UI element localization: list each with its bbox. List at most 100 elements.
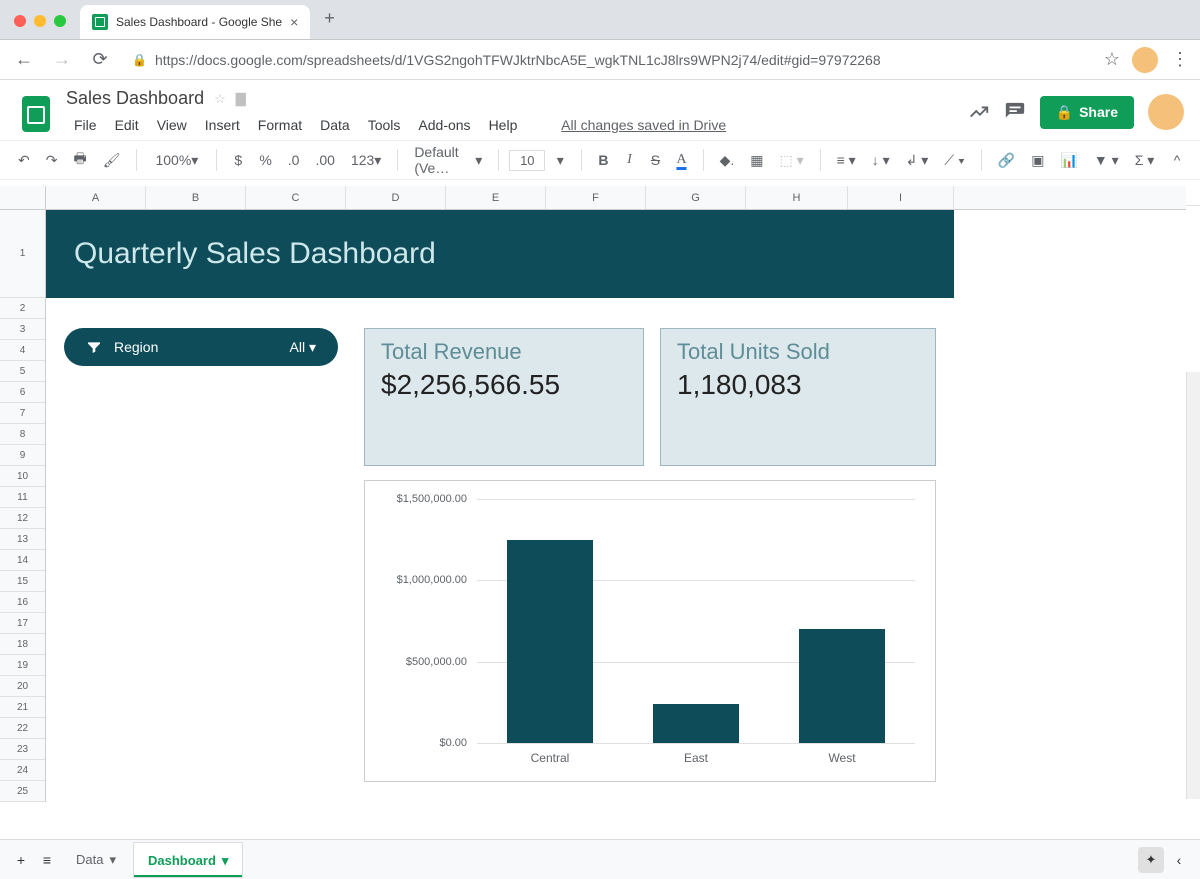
address-bar[interactable]: 🔒 https://docs.google.com/spreadsheets/d… bbox=[122, 52, 1096, 68]
row-header[interactable]: 10 bbox=[0, 466, 45, 487]
vertical-align-button[interactable]: ↓ ▾ bbox=[866, 148, 896, 173]
decrease-decimal-button[interactable]: .0 bbox=[282, 148, 306, 172]
row-header[interactable]: 13 bbox=[0, 529, 45, 550]
row-header[interactable]: 16 bbox=[0, 592, 45, 613]
format-percent-button[interactable]: % bbox=[253, 148, 277, 172]
text-color-button[interactable]: A bbox=[670, 148, 692, 172]
profile-avatar-small[interactable] bbox=[1132, 47, 1158, 73]
menu-tools[interactable]: Tools bbox=[360, 113, 409, 137]
close-tab-icon[interactable]: × bbox=[290, 14, 298, 30]
row-header[interactable]: 5 bbox=[0, 361, 45, 382]
insert-comment-button[interactable]: ▣ bbox=[1025, 148, 1050, 173]
row-header[interactable]: 1 bbox=[0, 210, 45, 298]
borders-button[interactable]: ▦ bbox=[744, 148, 769, 173]
browser-tab[interactable]: Sales Dashboard - Google She × bbox=[80, 5, 310, 39]
more-formats-button[interactable]: 123▾ bbox=[345, 148, 387, 173]
row-header[interactable]: 18 bbox=[0, 634, 45, 655]
maximize-window-icon[interactable] bbox=[54, 15, 66, 27]
comments-icon[interactable] bbox=[1004, 101, 1026, 123]
italic-button[interactable]: I bbox=[618, 148, 640, 172]
text-rotation-button[interactable]: ⟋ ▾ bbox=[938, 148, 971, 173]
save-status[interactable]: All changes saved in Drive bbox=[553, 113, 734, 137]
row-header[interactable]: 19 bbox=[0, 655, 45, 676]
bar-chart[interactable]: $0.00$500,000.00$1,000,000.00$1,500,000.… bbox=[364, 480, 936, 782]
row-header[interactable]: 8 bbox=[0, 424, 45, 445]
sheet-tab-dashboard[interactable]: Dashboard ▾ bbox=[134, 843, 242, 877]
strikethrough-button[interactable]: S bbox=[644, 148, 666, 172]
row-header[interactable]: 14 bbox=[0, 550, 45, 571]
sheets-app-icon[interactable] bbox=[16, 88, 56, 140]
cells-area[interactable]: Quarterly Sales Dashboard Region All ▾ T… bbox=[46, 210, 1186, 802]
chart-bar[interactable] bbox=[653, 704, 739, 743]
row-header[interactable]: 25 bbox=[0, 781, 45, 802]
share-button[interactable]: 🔒 Share bbox=[1040, 96, 1134, 129]
activity-icon[interactable] bbox=[968, 101, 990, 123]
back-button[interactable]: ← bbox=[8, 44, 40, 76]
text-wrap-button[interactable]: ↲ ▾ bbox=[900, 148, 935, 173]
select-all-cells[interactable] bbox=[0, 186, 46, 209]
row-header[interactable]: 23 bbox=[0, 739, 45, 760]
vertical-scrollbar[interactable] bbox=[1186, 372, 1200, 799]
font-family-select[interactable]: Default (Ve… ▾ bbox=[408, 140, 488, 180]
column-header[interactable]: B bbox=[146, 186, 246, 209]
bookmark-button[interactable]: ☆ bbox=[1102, 49, 1122, 70]
all-sheets-button[interactable]: ≡ bbox=[36, 848, 58, 872]
column-header[interactable]: G bbox=[646, 186, 746, 209]
menu-file[interactable]: File bbox=[66, 113, 105, 137]
new-tab-button[interactable]: + bbox=[310, 8, 349, 39]
star-document-button[interactable]: ☆ bbox=[214, 91, 226, 107]
sheet-tab-data[interactable]: Data ▾ bbox=[62, 844, 130, 876]
functions-button[interactable]: Σ ▾ bbox=[1129, 148, 1161, 173]
increase-decimal-button[interactable]: .00 bbox=[309, 148, 340, 172]
row-header[interactable]: 20 bbox=[0, 676, 45, 697]
insert-chart-button[interactable]: 📊 bbox=[1054, 148, 1083, 173]
row-header[interactable]: 17 bbox=[0, 613, 45, 634]
format-currency-button[interactable]: $ bbox=[227, 148, 249, 172]
bold-button[interactable]: B bbox=[592, 148, 614, 172]
row-header[interactable]: 7 bbox=[0, 403, 45, 424]
explore-button[interactable]: ✦ bbox=[1138, 847, 1164, 873]
menu-insert[interactable]: Insert bbox=[197, 113, 248, 137]
row-header[interactable]: 9 bbox=[0, 445, 45, 466]
paint-format-button[interactable]: 🖌 bbox=[97, 148, 127, 173]
region-filter[interactable]: Region All ▾ bbox=[64, 328, 338, 366]
fill-color-button[interactable]: ◆. bbox=[714, 148, 741, 173]
row-header[interactable]: 4 bbox=[0, 340, 45, 361]
collapse-toolbar-button[interactable]: ^ bbox=[1166, 148, 1188, 172]
column-header[interactable]: D bbox=[346, 186, 446, 209]
column-header[interactable]: E bbox=[446, 186, 546, 209]
chart-bar[interactable] bbox=[799, 629, 885, 743]
row-header[interactable]: 12 bbox=[0, 508, 45, 529]
menu-format[interactable]: Format bbox=[250, 113, 310, 137]
font-size-dropdown[interactable]: ▾ bbox=[549, 148, 571, 173]
undo-button[interactable]: ↶ bbox=[12, 148, 36, 173]
row-header[interactable]: 21 bbox=[0, 697, 45, 718]
row-header[interactable]: 11 bbox=[0, 487, 45, 508]
menu-data[interactable]: Data bbox=[312, 113, 358, 137]
minimize-window-icon[interactable] bbox=[34, 15, 46, 27]
document-title[interactable]: Sales Dashboard bbox=[66, 88, 204, 109]
redo-button[interactable]: ↷ bbox=[40, 148, 64, 173]
menu-edit[interactable]: Edit bbox=[107, 113, 147, 137]
forward-button[interactable]: → bbox=[46, 44, 78, 76]
window-controls[interactable] bbox=[0, 15, 80, 39]
chart-bar[interactable] bbox=[507, 540, 593, 743]
reload-button[interactable]: ⟳ bbox=[84, 44, 116, 76]
move-document-button[interactable]: ▇ bbox=[236, 91, 246, 107]
row-header[interactable]: 2 bbox=[0, 298, 45, 319]
scroll-sheets-button[interactable]: ‹ bbox=[1168, 848, 1190, 872]
account-avatar[interactable] bbox=[1148, 94, 1184, 130]
zoom-select[interactable]: 100% ▾ bbox=[147, 150, 206, 171]
row-header[interactable]: 24 bbox=[0, 760, 45, 781]
font-size-input[interactable]: 10 bbox=[509, 150, 545, 171]
column-header[interactable]: F bbox=[546, 186, 646, 209]
browser-menu-button[interactable]: ⋮ bbox=[1168, 49, 1192, 70]
menu-view[interactable]: View bbox=[149, 113, 195, 137]
column-header[interactable]: A bbox=[46, 186, 146, 209]
column-header[interactable]: H bbox=[746, 186, 848, 209]
merge-cells-button[interactable]: ⬚ ▾ bbox=[773, 148, 809, 173]
insert-link-button[interactable]: 🔗 bbox=[992, 148, 1021, 173]
row-header[interactable]: 6 bbox=[0, 382, 45, 403]
add-sheet-button[interactable]: + bbox=[10, 848, 32, 872]
spreadsheet-grid[interactable]: ABCDEFGHI 123456789101112131415161718192… bbox=[0, 186, 1200, 839]
